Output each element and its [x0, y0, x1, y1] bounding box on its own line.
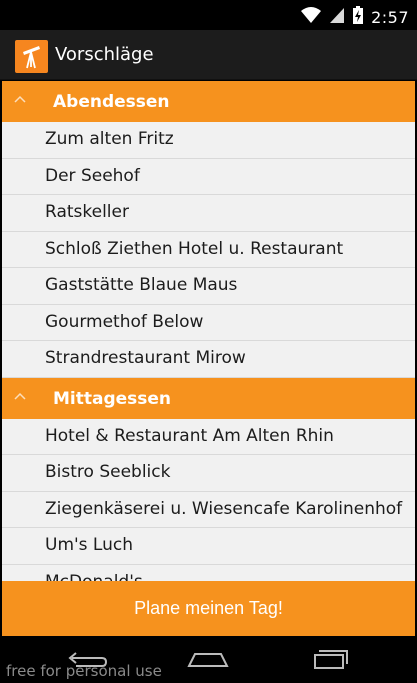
home-icon[interactable] — [183, 646, 233, 674]
list-item-label: Schloß Ziethen Hotel u. Restaurant — [45, 238, 344, 259]
list-item-label: Der Seehof — [45, 165, 140, 186]
list-item-label: McDonald's — [45, 572, 143, 582]
list-item[interactable]: Hotel & Restaurant Am Alten Rhin — [2, 418, 415, 455]
list-item-label: Ratskeller — [45, 202, 129, 222]
group-header-abendessen[interactable]: Abendessen — [2, 81, 415, 122]
app-logo-icon[interactable] — [15, 40, 48, 73]
list-item[interactable]: Gourmethof Below — [2, 304, 415, 341]
clock: 2:57 — [371, 7, 409, 27]
group-header-mittagessen[interactable]: Mittagessen — [2, 377, 415, 419]
plan-button-label: Plane meinen Tag! — [134, 598, 283, 618]
list-item-label: Ziegenkäserei u. Wiesencafe Karolinenhof — [45, 498, 403, 519]
list-item[interactable]: Um's Luch — [2, 528, 415, 565]
wifi-icon — [300, 6, 322, 28]
recent-apps-icon[interactable] — [305, 646, 355, 674]
list-item-label: Hotel & Restaurant Am Alten Rhin — [45, 425, 334, 446]
group-title: Abendessen — [53, 92, 170, 112]
list-item-label: Gourmethof Below — [45, 311, 204, 332]
list-item-label: Bistro Seeblick — [45, 462, 171, 482]
list-item-label: Zum alten Fritz — [45, 129, 174, 149]
group-title: Mittagessen — [53, 388, 172, 409]
watermark-text: free for personal use — [6, 662, 162, 680]
list-item-label: Gaststätte Blaue Maus — [45, 275, 238, 295]
list-item-label: Um's Luch — [45, 535, 134, 555]
list-item[interactable]: Bistro Seeblick — [2, 455, 415, 492]
list-item[interactable]: Schloß Ziethen Hotel u. Restaurant — [2, 231, 415, 268]
list-item[interactable]: Strandrestaurant Mirow — [2, 341, 415, 378]
plan-my-day-button[interactable]: Plane meinen Tag! — [2, 581, 415, 636]
chevron-up-icon — [12, 91, 28, 107]
signal-icon — [329, 6, 345, 28]
list-item[interactable]: Ratskeller — [2, 195, 415, 232]
list-item[interactable]: Der Seehof — [2, 158, 415, 195]
list-item-label: Strandrestaurant Mirow — [45, 348, 246, 368]
list-item[interactable]: McDonald's — [2, 564, 415, 582]
status-bar: 2:57 — [0, 0, 417, 30]
list-item[interactable]: Ziegenkäserei u. Wiesencafe Karolinenhof — [2, 491, 415, 528]
battery-charging-icon — [352, 5, 364, 29]
chevron-up-icon — [12, 388, 28, 404]
action-bar: Vorschläge — [0, 30, 417, 80]
list-item[interactable]: Gaststätte Blaue Maus — [2, 268, 415, 305]
page-title: Vorschläge — [55, 44, 154, 65]
list-item[interactable]: Zum alten Fritz — [2, 122, 415, 159]
suggestions-list[interactable]: Abendessen Zum alten Fritz Der Seehof Ra… — [2, 81, 415, 581]
